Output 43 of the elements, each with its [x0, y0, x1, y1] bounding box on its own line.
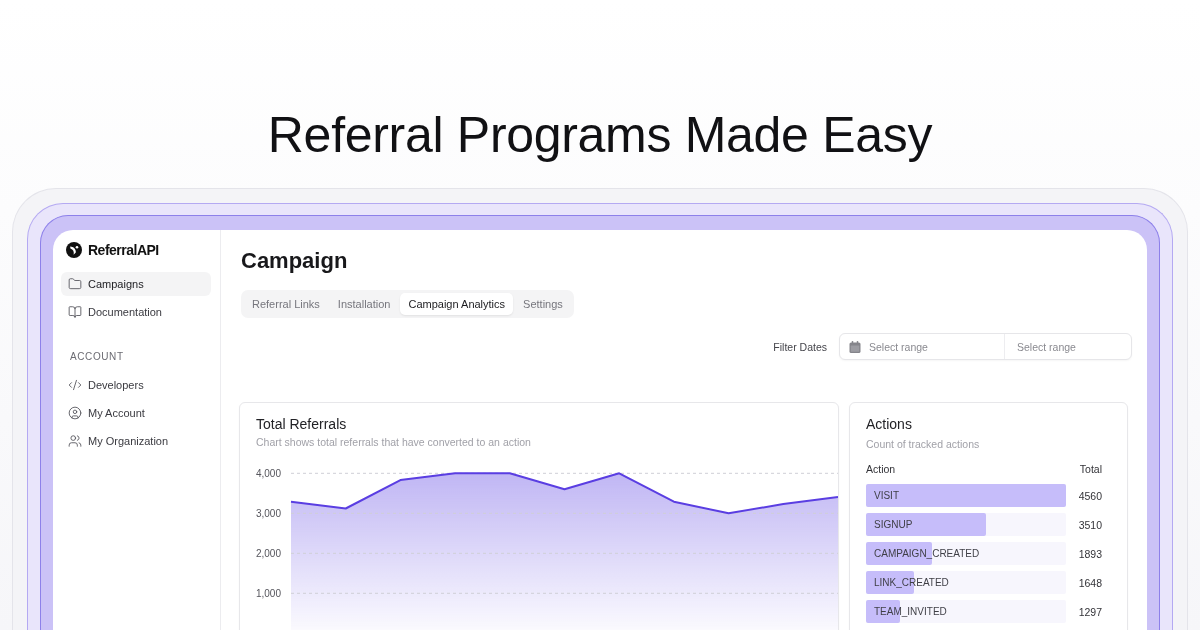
card-title: Actions — [866, 415, 912, 433]
action-total: 3510 — [1078, 518, 1102, 531]
filter-label: Filter Dates — [773, 340, 827, 353]
folder-icon — [68, 277, 82, 291]
tab[interactable]: Campaign Analytics — [400, 293, 514, 315]
page-title: Campaign — [241, 247, 348, 275]
user-circle-icon — [68, 406, 82, 420]
action-label: TEAM_INVITED — [873, 605, 947, 619]
brand-name: ReferralAPI — [88, 242, 159, 258]
nav-item[interactable]: My Organization — [61, 429, 211, 453]
axis-tick-label: 4,000 — [256, 467, 281, 479]
action-label: CAMPAIGN_CREATED — [873, 547, 980, 561]
action-label: SIGNUP — [873, 518, 913, 532]
tab[interactable]: Referral Links — [244, 293, 328, 315]
headline: Referral Programs Made Easy — [267, 106, 933, 165]
card-subtitle: Count of tracked actions — [866, 437, 980, 451]
nav-item[interactable]: My Account — [61, 401, 211, 425]
nav-item[interactable]: Developers — [61, 373, 211, 397]
calendar-icon — [849, 340, 861, 353]
section-label: ACCOUNT — [69, 351, 124, 363]
tab[interactable]: Settings — [515, 293, 571, 315]
book-icon — [68, 305, 82, 319]
card-subtitle: Chart shows total referrals that have converted to an action — [256, 435, 531, 449]
start-date-input[interactable]: Select range — [869, 334, 1004, 359]
action-total: 1893 — [1078, 547, 1102, 560]
tab[interactable]: Installation — [329, 293, 399, 315]
column-header: Total — [1079, 462, 1102, 476]
action-total: 1297 — [1078, 605, 1102, 618]
code-icon — [68, 378, 82, 392]
users-icon — [68, 434, 82, 448]
column-header: Action — [866, 462, 896, 476]
nav-item[interactable]: Documentation — [61, 300, 211, 324]
axis-tick-label: 3,000 — [256, 507, 281, 519]
action-label: VISIT — [873, 489, 899, 503]
card-title: Total Referrals — [256, 415, 347, 433]
action-total: 4560 — [1078, 489, 1102, 502]
axis-tick-label: 2,000 — [256, 547, 281, 559]
action-total: 1648 — [1078, 576, 1102, 589]
axis-tick-label: 1,000 — [256, 587, 281, 599]
date-range-field[interactable]: Select range Select range — [839, 333, 1132, 360]
logo-icon — [66, 242, 82, 258]
action-label: LINK_CREATED — [873, 576, 949, 590]
nav-item[interactable]: Campaigns — [61, 272, 211, 296]
